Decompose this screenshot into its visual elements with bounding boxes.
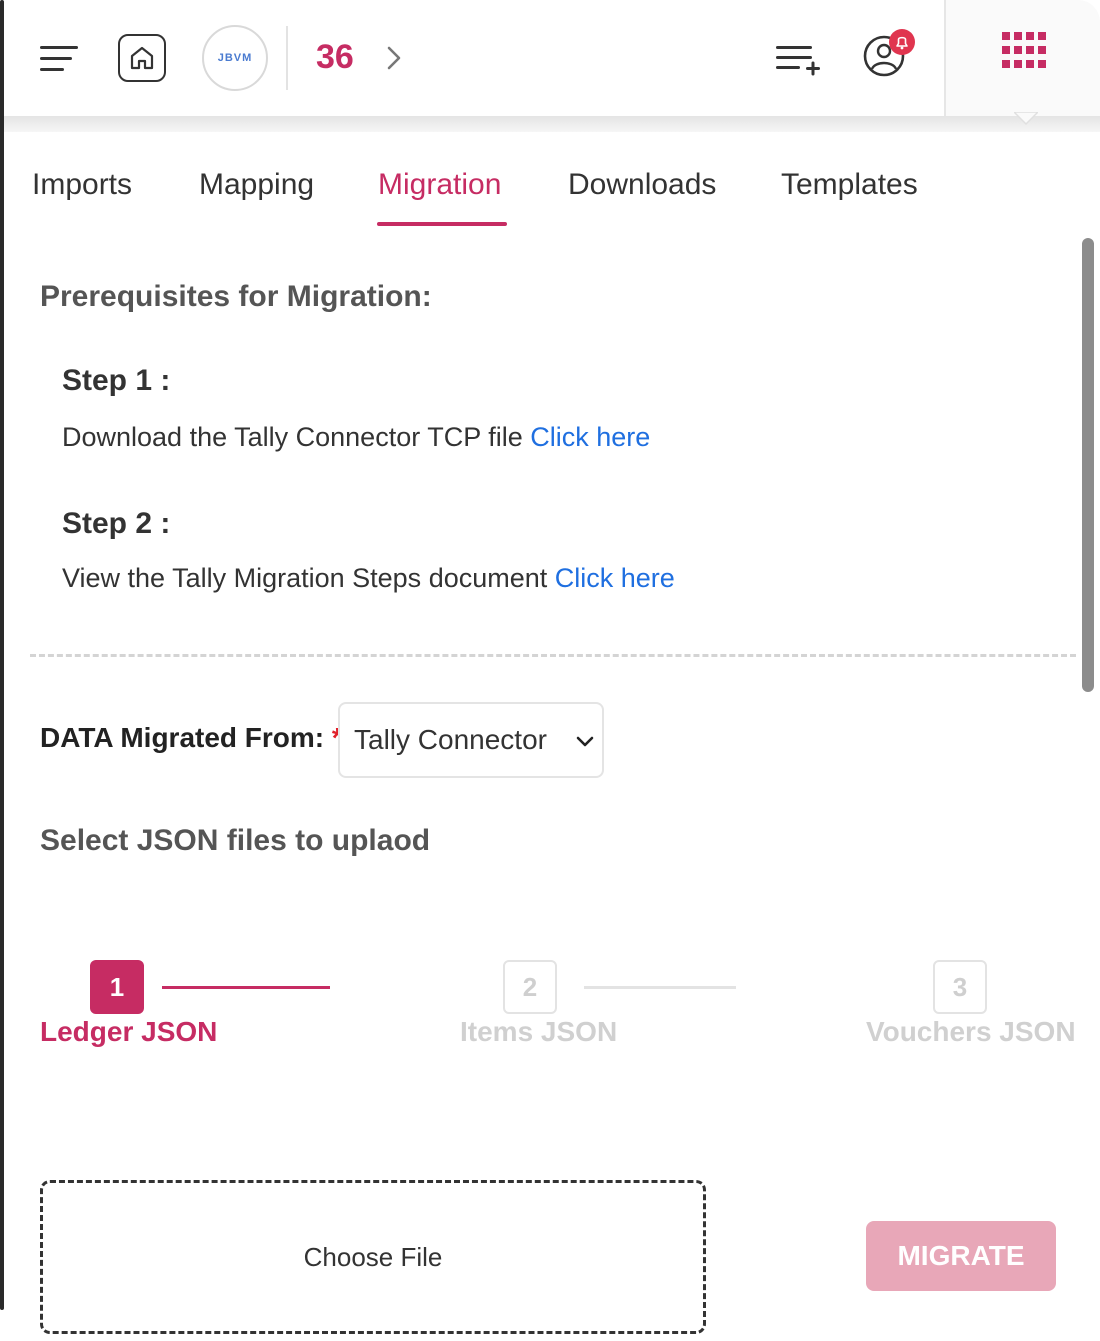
step-2-title: Step 2 : xyxy=(62,507,171,540)
record-count: 36 xyxy=(316,38,354,76)
section-divider xyxy=(30,654,1076,657)
selected-source: Tally Connector xyxy=(354,724,547,755)
stepper-connector-1 xyxy=(162,986,330,989)
file-dropzone[interactable]: Choose File xyxy=(40,1180,706,1334)
stepper-step-1[interactable]: 1 xyxy=(90,960,144,1014)
migrated-from-label: DATA Migrated From: * xyxy=(40,722,343,754)
logo-text: JBVM xyxy=(217,52,253,64)
migrate-button[interactable]: MIGRATE xyxy=(866,1221,1056,1291)
chevron-down-icon xyxy=(576,736,594,747)
user-icon xyxy=(863,29,915,77)
step-1-text: Download the Tally Connector TCP file xyxy=(62,422,523,452)
stepper-label-3[interactable]: Vouchers JSON xyxy=(866,1016,1076,1048)
dropdown-notch xyxy=(1014,112,1038,126)
tab-downloads[interactable]: Downloads xyxy=(568,168,716,202)
tab-bar: Imports Mapping Migration Downloads Temp… xyxy=(4,132,1100,232)
tab-mapping[interactable]: Mapping xyxy=(199,168,314,202)
step-1-description: Download the Tally Connector TCP file Cl… xyxy=(62,422,650,453)
prerequisites-title: Prerequisites for Migration: xyxy=(40,280,432,313)
active-tab-indicator xyxy=(377,222,507,226)
tab-templates[interactable]: Templates xyxy=(781,168,918,202)
header-shadow xyxy=(4,116,1100,132)
home-button[interactable] xyxy=(118,34,166,82)
json-upload-title: Select JSON files to uplaod xyxy=(40,824,431,857)
stepper-step-3[interactable]: 3 xyxy=(933,960,987,1014)
step-2-description: View the Tally Migration Steps document … xyxy=(62,563,675,594)
step-1-link[interactable]: Click here xyxy=(530,422,650,452)
add-list-icon[interactable] xyxy=(774,40,820,78)
step-2-link[interactable]: Click here xyxy=(555,563,675,593)
app-frame: JBVM 36 Imports Mapping Migration Downlo… xyxy=(0,0,1100,1341)
step-2-text: View the Tally Migration Steps document xyxy=(62,563,548,593)
tab-imports[interactable]: Imports xyxy=(32,168,132,202)
menu-icon[interactable] xyxy=(40,44,80,74)
stepper-connector-2 xyxy=(584,986,736,989)
stepper-label-1[interactable]: Ledger JSON xyxy=(40,1016,217,1048)
migrated-from-text: DATA Migrated From: xyxy=(40,722,325,753)
chevron-right-icon[interactable] xyxy=(380,44,408,72)
apps-panel xyxy=(944,0,1100,116)
step-1-title: Step 1 : xyxy=(62,364,171,397)
user-notifications-button[interactable] xyxy=(860,26,920,80)
header-divider xyxy=(286,26,288,90)
stepper-label-2[interactable]: Items JSON xyxy=(460,1016,617,1048)
home-icon xyxy=(130,46,154,70)
company-logo[interactable]: JBVM xyxy=(202,25,268,91)
top-navigation-bar: JBVM 36 xyxy=(4,0,1100,116)
stepper-step-2[interactable]: 2 xyxy=(503,960,557,1014)
tab-migration[interactable]: Migration xyxy=(378,168,501,202)
apps-grid-icon[interactable] xyxy=(1002,32,1046,76)
scrollbar-thumb[interactable] xyxy=(1082,238,1094,692)
choose-file-label: Choose File xyxy=(303,1241,443,1272)
migrated-from-select[interactable]: Tally Connector xyxy=(338,702,604,778)
